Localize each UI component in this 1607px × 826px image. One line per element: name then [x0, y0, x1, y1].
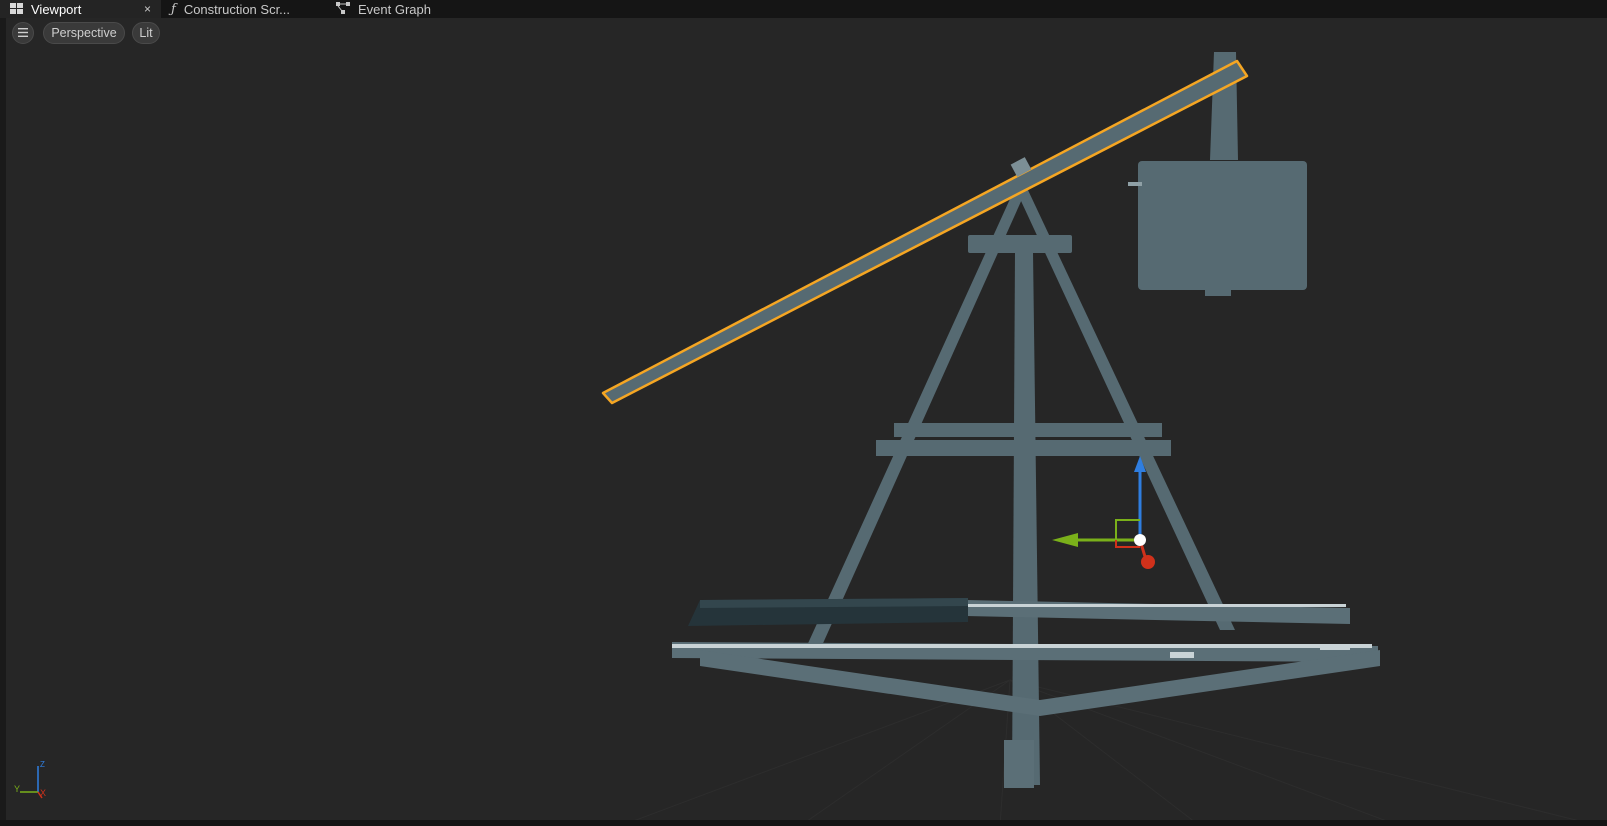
lit-button[interactable]: Lit: [132, 22, 160, 44]
hamburger-menu-icon: [18, 26, 28, 40]
viewport-grid-icon: [10, 2, 23, 17]
tab-construction-script-label: Construction Scr...: [183, 1, 291, 17]
transform-gizmo[interactable]: [1052, 456, 1155, 569]
viewport-canvas[interactable]: Perspective Lit Y X Z: [6, 18, 1607, 820]
axis-y-label: Y: [14, 784, 21, 794]
tab-event-graph[interactable]: Event Graph: [336, 0, 456, 18]
tab-viewport[interactable]: Viewport ×: [0, 0, 161, 18]
axis-x-label: X: [40, 788, 47, 798]
axis-indicator: Y X Z: [14, 760, 54, 800]
perspective-button[interactable]: Perspective: [43, 22, 125, 44]
close-icon[interactable]: ×: [144, 0, 151, 18]
tab-viewport-label: Viewport: [31, 1, 82, 17]
tab-bar: Viewport × ƒ Construction Scr... Event G…: [0, 0, 1607, 18]
scene-render: [601, 52, 1578, 820]
bottom-edge: [0, 820, 1607, 826]
counterweight-hook: [1128, 182, 1142, 186]
axis-z-label: Z: [40, 760, 45, 769]
event-graph-icon: [336, 1, 350, 17]
tab-construction-script[interactable]: ƒ Construction Scr...: [171, 0, 321, 18]
function-icon: ƒ: [171, 1, 176, 17]
tab-event-graph-label: Event Graph: [358, 1, 431, 17]
viewport-menu-button[interactable]: [12, 22, 34, 44]
